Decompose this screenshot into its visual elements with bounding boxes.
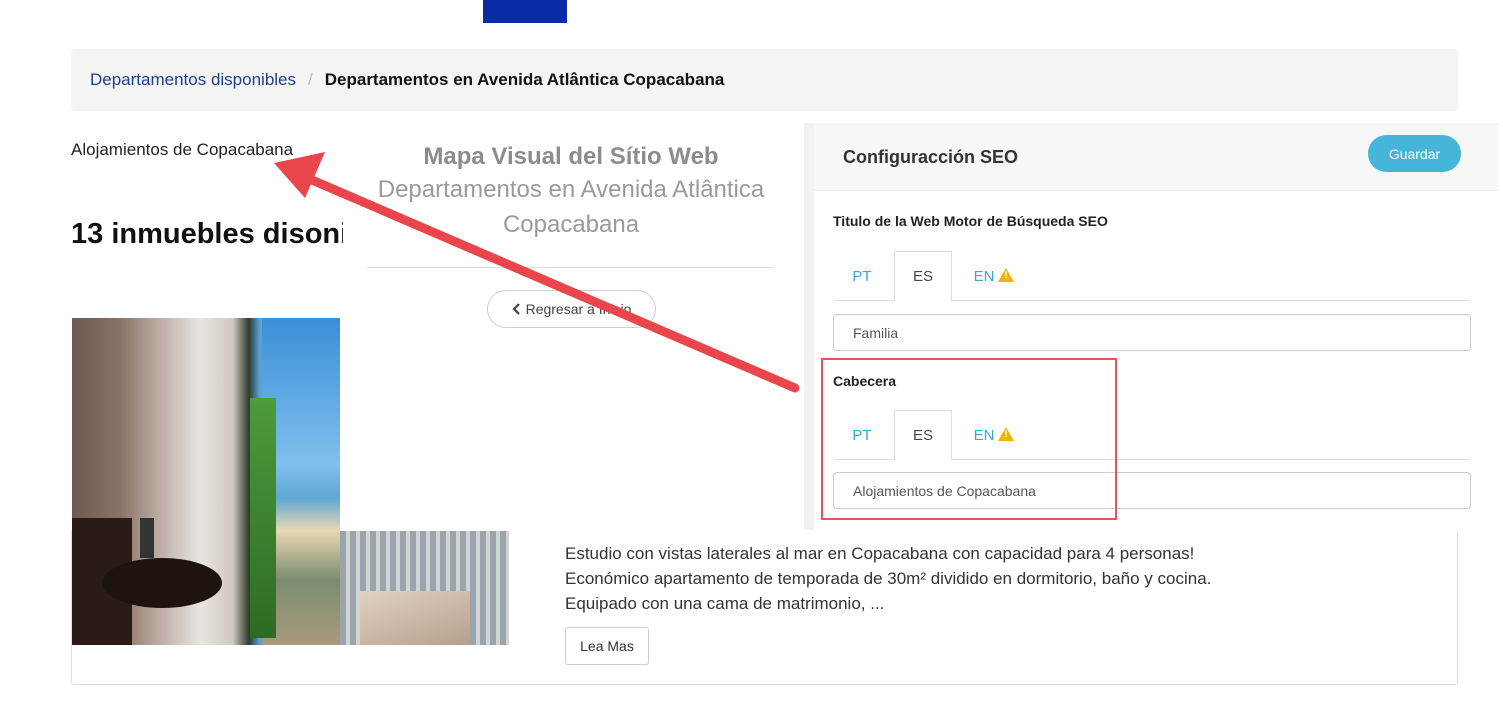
site-logo[interactable] xyxy=(483,0,567,23)
property-count-heading: 13 inmuebles disoni xyxy=(71,218,343,250)
annotation-highlight-box xyxy=(821,358,1117,520)
breadcrumb-current: Departamentos en Avenida Atlântica Copac… xyxy=(324,70,725,89)
tab-en-label: EN xyxy=(973,267,995,285)
chevron-left-icon xyxy=(512,303,520,315)
seo-title-tabs: PT ES EN xyxy=(833,251,1471,302)
seo-title-input[interactable]: Familia xyxy=(833,314,1471,351)
lamp-shape xyxy=(140,518,154,558)
warning-icon xyxy=(998,268,1015,282)
sitemap-subtitle: Departamentos en Avenida Atlântica Copac… xyxy=(377,176,765,238)
tab-pt[interactable]: PT xyxy=(833,251,891,301)
seo-title-label: Titulo de la Web Motor de Búsqueda SEO xyxy=(833,213,1108,229)
curtain xyxy=(250,398,276,638)
back-home-label: Regresar a Inicio xyxy=(525,301,632,317)
page-header-label: Alojamientos de Copacabana xyxy=(71,140,294,159)
breadcrumb-link-departments[interactable]: Departamentos disponibles xyxy=(90,70,296,90)
balcony-shape xyxy=(360,591,470,645)
seo-panel-title: Configuracción SEO xyxy=(843,147,1019,167)
tab-en[interactable]: EN xyxy=(955,251,1033,301)
breadcrumb: Departamentos disponibles / Departamento… xyxy=(71,49,1458,111)
sitemap-title-block: Mapa Visual del Sítio Web Departamentos … xyxy=(367,142,775,242)
listing-photo[interactable] xyxy=(72,318,340,645)
divider xyxy=(367,267,775,268)
back-home-button[interactable]: Regresar a Inicio xyxy=(487,290,656,328)
tab-es[interactable]: ES xyxy=(894,251,952,302)
breadcrumb-separator: / xyxy=(308,70,313,89)
table-shape xyxy=(102,558,222,608)
sitemap-title: Mapa Visual del Sítio Web xyxy=(423,143,719,170)
save-button[interactable]: Guardar xyxy=(1368,135,1461,172)
read-more-button[interactable]: Lea Mas xyxy=(565,627,649,665)
listing-description: Estudio con vistas laterales al mar en C… xyxy=(565,544,1212,613)
listing-photo-secondary[interactable] xyxy=(340,531,509,645)
